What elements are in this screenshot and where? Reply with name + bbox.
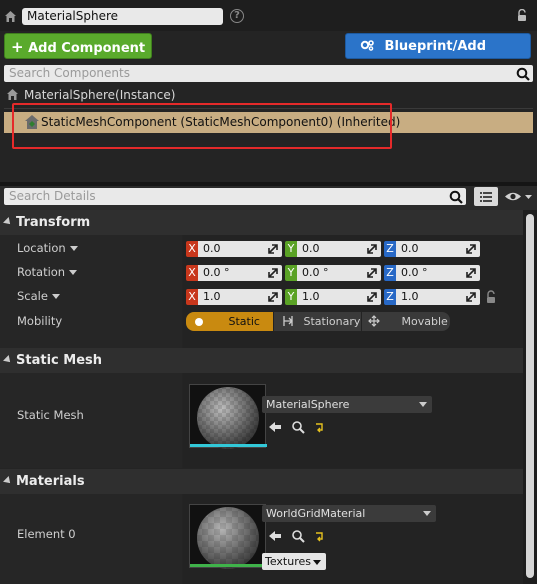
reset-to-default-icon[interactable] <box>313 420 327 434</box>
use-selected-arrow-icon[interactable] <box>268 420 282 434</box>
spin-arrow-icon <box>268 268 278 278</box>
material-sphere-preview-icon <box>197 507 259 569</box>
scale-lock-icon[interactable] <box>485 290 497 304</box>
sphere-preview-icon <box>197 387 259 449</box>
chevron-down-icon <box>69 246 78 251</box>
mobility-label: Mobility <box>17 314 63 328</box>
mobility-movable-option[interactable]: Movable <box>362 312 450 331</box>
plus-icon: + <box>11 38 24 56</box>
mobility-static-option[interactable]: Static <box>186 312 273 331</box>
search-components-placeholder: Search Components <box>9 66 130 80</box>
spin-arrow-icon <box>367 268 377 278</box>
move-arrows-icon <box>368 315 380 327</box>
spin-arrow-icon <box>367 244 377 254</box>
actor-house-icon <box>5 11 16 22</box>
chevron-down-icon <box>423 511 431 516</box>
list-view-icon <box>480 192 492 202</box>
add-component-button[interactable]: + Add Component <box>4 33 152 77</box>
lock-icon[interactable] <box>516 9 528 22</box>
search-details-placeholder: Search Details <box>9 189 96 203</box>
materials-section-header[interactable]: Materials <box>0 469 523 494</box>
transform-section-header[interactable]: Transform <box>0 210 523 235</box>
chevron-down-icon <box>69 270 78 275</box>
collapse-arrow-icon <box>3 217 13 227</box>
location-y-field[interactable]: Y 0.0 <box>285 241 381 257</box>
static-mesh-section-header[interactable]: Static Mesh <box>0 348 523 373</box>
stationary-icon <box>283 316 293 326</box>
property-matrix-button[interactable] <box>474 187 498 206</box>
search-details-input[interactable]: Search Details <box>4 188 466 205</box>
materials-title: Materials <box>16 474 85 489</box>
transform-title: Transform <box>16 215 91 230</box>
gears-icon <box>360 40 374 51</box>
static-mesh-title: Static Mesh <box>16 353 102 368</box>
spin-arrow-icon <box>367 292 377 302</box>
help-icon[interactable]: ? <box>230 9 244 23</box>
blueprint-add-script-button[interactable]: Blueprint/Add Script <box>345 33 531 80</box>
scale-z-field[interactable]: Z 1.0 <box>384 289 480 305</box>
spin-arrow-icon <box>466 292 476 302</box>
actor-name-field[interactable]: MaterialSphere <box>22 8 223 25</box>
mobility-stationary-option[interactable]: Stationary <box>274 312 361 331</box>
search-components-input[interactable]: Search Components <box>4 65 533 82</box>
rotation-z-field[interactable]: Z 0.0 ° <box>384 265 480 281</box>
spin-arrow-icon <box>268 244 278 254</box>
material-thumbnail[interactable] <box>189 504 267 569</box>
material-combo[interactable]: WorldGridMaterial <box>262 505 436 522</box>
chevron-down-icon <box>419 402 427 407</box>
scrollbar-thumb[interactable] <box>526 214 534 578</box>
asset-type-bar <box>190 444 267 447</box>
details-scrollbar[interactable] <box>523 210 537 584</box>
rotation-y-field[interactable]: Y 0.0 ° <box>285 265 381 281</box>
search-icon <box>449 190 463 204</box>
static-mesh-combo[interactable]: MaterialSphere <box>262 396 432 413</box>
collapse-arrow-icon <box>3 476 13 486</box>
rotation-x-field[interactable]: X 0.0 ° <box>186 265 282 281</box>
collapse-arrow-icon <box>3 355 13 365</box>
actor-house-icon <box>7 89 18 100</box>
reset-to-default-icon[interactable] <box>313 529 327 543</box>
element0-label: Element 0 <box>17 527 76 541</box>
search-icon <box>516 67 530 81</box>
browse-search-icon[interactable] <box>291 420 305 434</box>
static-mesh-label: Static Mesh <box>17 408 84 422</box>
use-selected-arrow-icon[interactable] <box>268 529 282 543</box>
chevron-down-icon <box>51 294 60 299</box>
browse-search-icon[interactable] <box>291 529 305 543</box>
eye-icon[interactable] <box>503 189 533 204</box>
add-component-label: Add Component <box>28 41 146 56</box>
location-x-field[interactable]: X 0.0 <box>186 241 282 257</box>
scale-x-field[interactable]: X 1.0 <box>186 289 282 305</box>
textures-dropdown[interactable]: Textures <box>262 553 326 570</box>
asset-type-bar <box>190 564 267 567</box>
scale-y-field[interactable]: Y 1.0 <box>285 289 381 305</box>
radio-icon <box>195 318 203 326</box>
chevron-down-icon <box>313 559 321 565</box>
static-mesh-thumbnail[interactable] <box>189 384 267 449</box>
scale-label[interactable]: Scale <box>17 289 60 303</box>
highlight-box <box>12 103 392 149</box>
location-label[interactable]: Location <box>17 241 78 255</box>
instance-label: MaterialSphere(Instance) <box>24 88 176 102</box>
spin-arrow-icon <box>268 292 278 302</box>
location-z-field[interactable]: Z 0.0 <box>384 241 480 257</box>
spin-arrow-icon <box>466 268 476 278</box>
rotation-label[interactable]: Rotation <box>17 265 78 279</box>
spin-arrow-icon <box>466 244 476 254</box>
